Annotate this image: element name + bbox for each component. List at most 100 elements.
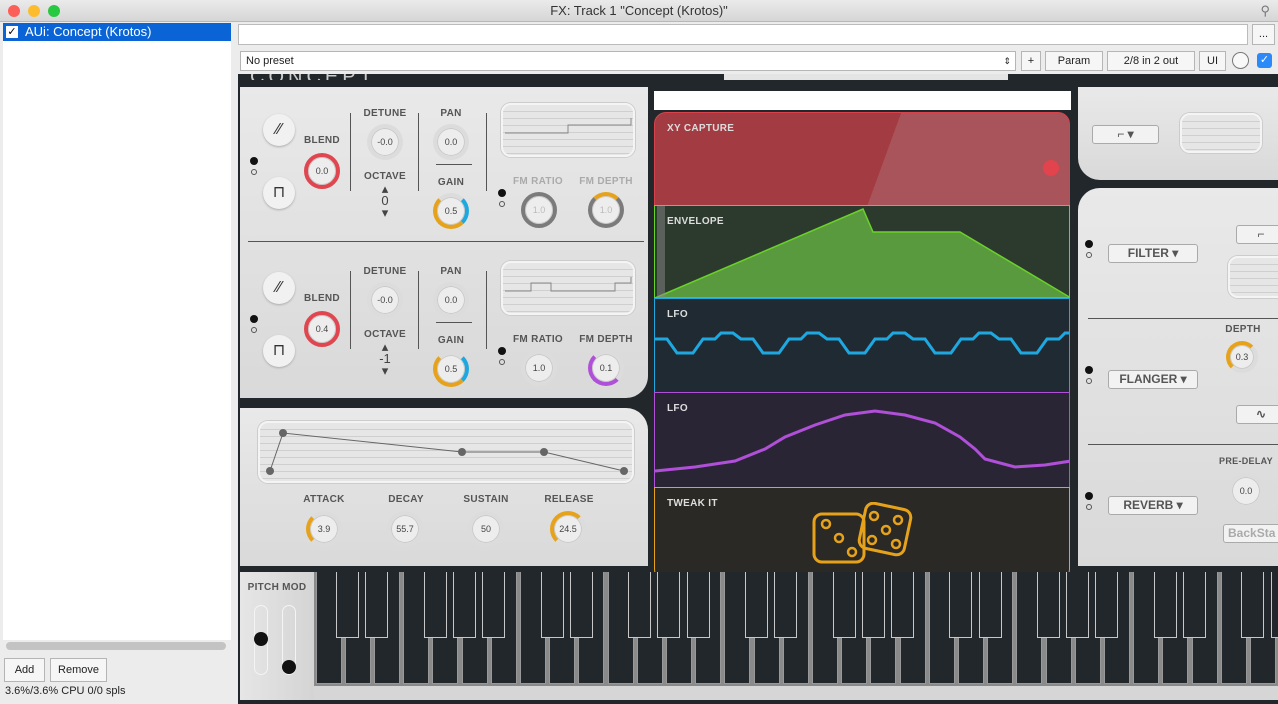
black-key[interactable] xyxy=(745,572,768,638)
minimize-button[interactable] xyxy=(28,5,40,17)
octave-stepper[interactable]: ▴ -1 ▾ xyxy=(375,340,395,377)
filter-switch[interactable] xyxy=(1085,234,1093,260)
preset-select[interactable]: No preset ⇕ xyxy=(240,51,1016,71)
pitch-wheel-thumb[interactable] xyxy=(254,632,268,646)
black-key[interactable] xyxy=(423,572,447,638)
keyboard-base xyxy=(314,686,1278,700)
attack-knob[interactable]: 3.9 xyxy=(306,511,342,547)
add-button[interactable]: Add xyxy=(4,658,45,682)
blend-label: BLEND xyxy=(304,293,340,304)
black-key[interactable] xyxy=(540,572,564,638)
saw-wave-button[interactable]: ⁄⁄ xyxy=(263,272,295,304)
flanger-dropdown[interactable]: FLANGER ▾ xyxy=(1108,370,1198,389)
reverb-dropdown[interactable]: REVERB ▾ xyxy=(1108,496,1198,515)
bypass-checkbox[interactable]: ✓ xyxy=(1257,53,1272,68)
tweak-it-title: TWEAK IT xyxy=(667,498,718,509)
wet-knob[interactable] xyxy=(1232,52,1249,69)
dice-icon[interactable] xyxy=(810,502,920,566)
flanger-switch[interactable] xyxy=(1085,360,1093,386)
filter-dropdown[interactable]: FILTER ▾ xyxy=(1108,244,1198,263)
horizontal-scrollbar[interactable] xyxy=(6,642,226,650)
pan-knob[interactable]: 0.0 xyxy=(433,282,469,318)
xy-cursor[interactable] xyxy=(1043,160,1059,176)
black-key[interactable] xyxy=(482,572,506,638)
more-button[interactable]: ... xyxy=(1252,24,1275,45)
black-key[interactable] xyxy=(949,572,973,638)
depth-knob[interactable]: 0.3 xyxy=(1226,341,1258,373)
param-button[interactable]: Param xyxy=(1045,51,1103,71)
fm-ratio-knob[interactable]: 1.0 xyxy=(521,192,557,228)
remove-button[interactable]: Remove xyxy=(50,658,107,682)
close-button[interactable] xyxy=(8,5,20,17)
black-key[interactable] xyxy=(774,572,798,638)
sustain-knob[interactable]: 50 xyxy=(468,511,504,547)
fx-filter-display xyxy=(1228,256,1278,298)
square-wave-button[interactable]: ⊓ xyxy=(263,177,295,209)
gain-knob[interactable]: 0.5 xyxy=(433,351,469,387)
detune-knob[interactable]: -0.0 xyxy=(367,124,403,160)
osc-1-switch[interactable] xyxy=(250,151,258,177)
fm-depth-knob[interactable]: 0.1 xyxy=(588,350,624,386)
blend-knob[interactable]: 0.0 xyxy=(304,153,340,189)
black-key[interactable] xyxy=(861,572,885,638)
flanger-wave-dropdown[interactable]: ∿ xyxy=(1236,405,1278,424)
fm-switch[interactable] xyxy=(498,183,506,209)
black-key[interactable] xyxy=(336,572,360,638)
fm-depth-knob[interactable]: 1.0 xyxy=(588,192,624,228)
fx-list-item[interactable]: ✓ AUi: Concept (Krotos) xyxy=(3,23,231,41)
io-routing-button[interactable]: 2/8 in 2 out xyxy=(1107,51,1195,71)
pan-knob[interactable]: 0.0 xyxy=(433,124,469,160)
black-key[interactable] xyxy=(1066,572,1090,638)
fm-ratio-knob[interactable]: 1.0 xyxy=(521,350,557,386)
black-key[interactable] xyxy=(1270,572,1278,638)
osc-2-switch[interactable] xyxy=(250,309,258,335)
decay-knob[interactable]: 55.7 xyxy=(387,511,423,547)
black-key[interactable] xyxy=(1095,572,1119,638)
black-key[interactable] xyxy=(1183,572,1206,638)
fm-switch[interactable] xyxy=(498,341,506,367)
predelay-knob[interactable]: 0.0 xyxy=(1228,473,1264,509)
black-key[interactable] xyxy=(1037,572,1060,638)
fx-enable-checkbox[interactable]: ✓ xyxy=(6,26,18,38)
lfo-2-module[interactable]: LFO xyxy=(654,392,1070,488)
square-wave-button[interactable]: ⊓ xyxy=(263,335,295,367)
gain-knob[interactable]: 0.5 xyxy=(433,193,469,229)
black-key[interactable] xyxy=(1241,572,1265,638)
reverb-preset-dropdown[interactable]: BackSta xyxy=(1223,524,1278,543)
xy-capture-module[interactable]: XY CAPTURE xyxy=(654,112,1070,206)
black-key[interactable] xyxy=(628,572,652,638)
envelope-point xyxy=(266,467,274,475)
black-key[interactable] xyxy=(1153,572,1177,638)
black-key[interactable] xyxy=(365,572,389,638)
release-knob[interactable]: 24.5 xyxy=(550,511,586,547)
black-key[interactable] xyxy=(657,572,681,638)
envelope-module[interactable]: ENVELOPE xyxy=(654,205,1070,299)
blend-knob[interactable]: 0.4 xyxy=(304,311,340,347)
black-key[interactable] xyxy=(832,572,856,638)
mod-wheel-thumb[interactable] xyxy=(282,660,296,674)
filter-label: FILTER xyxy=(1127,246,1169,260)
mod-wheel[interactable] xyxy=(282,605,296,675)
fx-filter-shape-dropdown[interactable]: ⌐ xyxy=(1236,225,1278,244)
pitch-wheel[interactable] xyxy=(254,605,268,675)
black-key[interactable] xyxy=(569,572,593,638)
tweak-it-module[interactable]: TWEAK IT xyxy=(654,487,1070,581)
saw-wave-button[interactable]: ⁄⁄ xyxy=(263,114,295,146)
black-key[interactable] xyxy=(686,572,710,638)
zoom-button[interactable] xyxy=(48,5,60,17)
pin-icon[interactable]: ⚲ xyxy=(1260,0,1270,22)
black-key[interactable] xyxy=(453,572,476,638)
piano-keyboard[interactable] xyxy=(314,572,1278,686)
filter-type-dropdown[interactable]: ⌐ ▾ xyxy=(1092,125,1159,144)
black-key[interactable] xyxy=(978,572,1002,638)
ui-button[interactable]: UI xyxy=(1199,51,1226,71)
reverb-switch[interactable] xyxy=(1085,486,1093,512)
black-key[interactable] xyxy=(891,572,914,638)
octave-stepper[interactable]: ▴ 0 ▾ xyxy=(375,182,395,219)
add-preset-button[interactable]: + xyxy=(1021,51,1041,71)
fx-name-input[interactable] xyxy=(238,24,1248,45)
lfo-1-module[interactable]: LFO xyxy=(654,298,1070,393)
detune-knob[interactable]: -0.0 xyxy=(367,282,403,318)
fm-depth-label: FM DEPTH xyxy=(579,176,633,187)
envelope-point xyxy=(540,448,548,456)
